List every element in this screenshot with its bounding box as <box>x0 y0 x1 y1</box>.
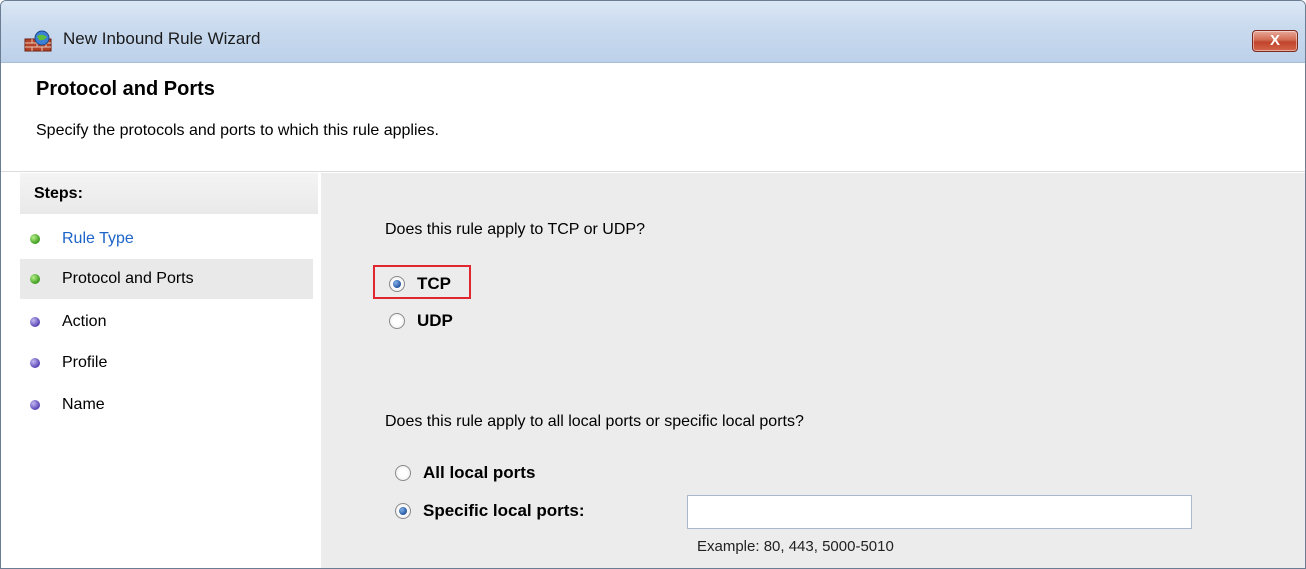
firewall-icon <box>24 30 52 52</box>
step-pending-bullet-icon <box>30 400 40 410</box>
udp-label: UDP <box>417 311 453 330</box>
tcp-label: TCP <box>417 274 451 293</box>
page-subtitle: Specify the protocols and ports to which… <box>36 122 439 139</box>
window-title: New Inbound Rule Wizard <box>63 29 261 48</box>
content-panel: Does this rule apply to TCP or UDP? TCP … <box>321 173 1305 568</box>
steps-panel: Steps: Rule Type Protocol and Ports Acti… <box>20 173 318 568</box>
all-local-ports-radio-button[interactable] <box>395 465 411 481</box>
close-button[interactable]: X <box>1252 30 1298 52</box>
protocol-question: Does this rule apply to TCP or UDP? <box>385 221 645 238</box>
step-label: Action <box>62 313 107 330</box>
ports-example-hint: Example: 80, 443, 5000-5010 <box>697 538 894 555</box>
step-complete-bullet-icon <box>30 274 40 284</box>
specific-local-ports-option[interactable]: Specific local ports: <box>395 501 585 521</box>
step-rule-type[interactable]: Rule Type <box>20 219 313 259</box>
udp-radio-button[interactable] <box>389 313 405 329</box>
step-label: Protocol and Ports <box>62 270 194 287</box>
ports-question: Does this rule apply to all local ports … <box>385 413 804 430</box>
specific-local-ports-radio-button[interactable] <box>395 503 411 519</box>
step-protocol-and-ports: Protocol and Ports <box>20 259 313 299</box>
wizard-window: New Inbound Rule Wizard X Protocol and P… <box>0 0 1306 569</box>
steps-heading: Steps: <box>20 173 318 214</box>
specific-local-ports-label: Specific local ports: <box>423 501 585 520</box>
step-pending-bullet-icon <box>30 317 40 327</box>
all-local-ports-option[interactable]: All local ports <box>395 463 535 483</box>
tcp-radio-option[interactable]: TCP <box>389 274 451 294</box>
close-icon: X <box>1269 32 1280 49</box>
title-bar[interactable]: New Inbound Rule Wizard X <box>1 1 1305 63</box>
specific-ports-input[interactable] <box>687 495 1192 529</box>
step-complete-bullet-icon <box>30 234 40 244</box>
step-action: Action <box>20 302 313 342</box>
step-name: Name <box>20 385 313 425</box>
all-local-ports-label: All local ports <box>423 463 536 482</box>
page-title: Protocol and Ports <box>36 78 215 100</box>
tcp-radio-button[interactable] <box>389 276 405 292</box>
step-label: Rule Type <box>62 230 134 247</box>
page-header: Protocol and Ports Specify the protocols… <box>1 64 1305 172</box>
step-profile: Profile <box>20 343 313 383</box>
step-label: Name <box>62 396 105 413</box>
step-label: Profile <box>62 354 108 371</box>
step-pending-bullet-icon <box>30 358 40 368</box>
udp-radio-option[interactable]: UDP <box>389 311 453 331</box>
